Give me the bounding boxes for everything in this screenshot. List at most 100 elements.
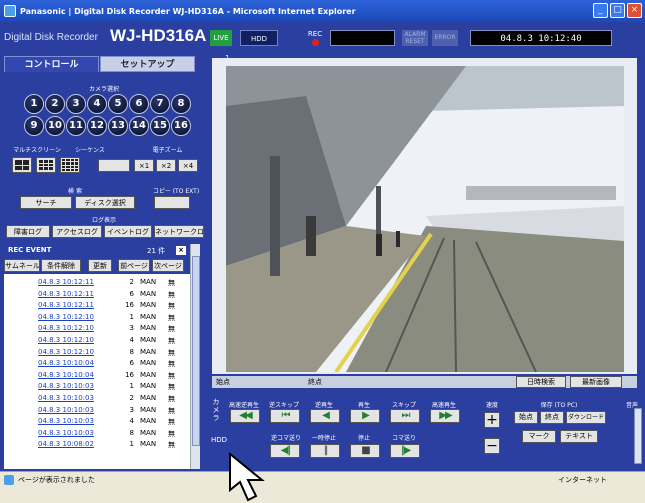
rec-event-row[interactable]: 04.8.3 10:12:11 2 MAN 無 bbox=[4, 278, 190, 290]
rec-event-date-link[interactable]: 04.8.3 10:10:03 bbox=[38, 382, 94, 390]
rec-event-date-link[interactable]: 04.8.3 10:12:11 bbox=[38, 301, 94, 309]
camera-5-button[interactable]: 5 bbox=[108, 94, 128, 114]
camera-15-button[interactable]: 15 bbox=[150, 116, 170, 136]
save-end-button[interactable]: 終点 bbox=[540, 411, 564, 424]
camera-12-button[interactable]: 12 bbox=[87, 116, 107, 136]
split-9-button[interactable] bbox=[36, 157, 56, 173]
rec-event-date-link[interactable]: 04.8.3 10:12:10 bbox=[38, 336, 94, 344]
timeline-bar[interactable]: 始点 終点 日時検索 最新画像 bbox=[212, 376, 637, 388]
rec-event-row[interactable]: 04.8.3 10:10:03 4 MAN 無 bbox=[4, 417, 190, 429]
rec-event-row[interactable]: 04.8.3 10:10:03 3 MAN 無 bbox=[4, 406, 190, 418]
rec-event-date-link[interactable]: 04.8.3 10:12:10 bbox=[38, 348, 94, 356]
maximize-button[interactable]: □ bbox=[610, 3, 625, 18]
camera-14-button[interactable]: 14 bbox=[129, 116, 149, 136]
rec-event-row[interactable]: 04.8.3 10:12:11 6 MAN 無 bbox=[4, 290, 190, 302]
minimize-button[interactable]: _ bbox=[593, 3, 608, 18]
camera-2-button[interactable]: 2 bbox=[45, 94, 65, 114]
event-log-button[interactable]: イベントログ bbox=[104, 225, 152, 238]
tab-setup[interactable]: セットアップ bbox=[100, 56, 195, 72]
rec-event-date-link[interactable]: 04.8.3 10:12:10 bbox=[38, 313, 94, 321]
thumbnail-button[interactable]: サムネール bbox=[4, 259, 40, 272]
play-button[interactable]: ▶ bbox=[350, 409, 380, 423]
play-label: 再生 bbox=[357, 402, 370, 409]
refresh-button[interactable]: 更新 bbox=[88, 259, 112, 272]
camera-11-button[interactable]: 11 bbox=[66, 116, 86, 136]
camera-8-button[interactable]: 8 bbox=[171, 94, 191, 114]
rec-event-date-link[interactable]: 04.8.3 10:12:11 bbox=[38, 278, 94, 286]
mark-button[interactable]: マーク bbox=[522, 430, 556, 443]
next-page-button[interactable]: 次ページ bbox=[152, 259, 184, 272]
zoom-x4-button[interactable]: ×4 bbox=[178, 159, 198, 172]
split-16-button[interactable] bbox=[60, 157, 80, 173]
fast-play-button[interactable]: ▶▶ bbox=[430, 409, 460, 423]
zoom-x1-button[interactable]: ×1 bbox=[134, 159, 154, 172]
download-button[interactable]: ダウンロード bbox=[566, 411, 606, 424]
camera-13-button[interactable]: 13 bbox=[108, 116, 128, 136]
scrollbar-thumb[interactable] bbox=[192, 256, 200, 446]
skip-button[interactable]: ⏭ bbox=[390, 409, 420, 423]
timeline-start-label: 始点 bbox=[216, 378, 230, 386]
search-button[interactable]: サーチ bbox=[20, 196, 72, 209]
mouse-pointer-icon bbox=[229, 452, 265, 502]
access-log-button[interactable]: アクセスログ bbox=[52, 225, 102, 238]
split-4-button[interactable] bbox=[12, 157, 32, 173]
audio-volume-slider[interactable] bbox=[634, 408, 642, 464]
rec-event-row[interactable]: 04.8.3 10:12:10 8 MAN 無 bbox=[4, 348, 190, 360]
rec-event-date-link[interactable]: 04.8.3 10:10:03 bbox=[38, 429, 94, 437]
rec-event-row[interactable]: 04.8.3 10:08:02 1 MAN 無 bbox=[4, 440, 190, 452]
frame-forward-button[interactable]: ||▶ bbox=[390, 444, 420, 458]
latest-image-button[interactable]: 最新画像 bbox=[570, 376, 622, 388]
camera-7-button[interactable]: 7 bbox=[150, 94, 170, 114]
camera-4-button[interactable]: 4 bbox=[87, 94, 107, 114]
close-window-button[interactable]: × bbox=[627, 3, 642, 18]
prev-page-button[interactable]: 前ページ bbox=[118, 259, 150, 272]
stop-button[interactable]: ■ bbox=[350, 444, 380, 458]
camera-1-button[interactable]: 1 bbox=[24, 94, 44, 114]
text-button[interactable]: テキスト bbox=[560, 430, 598, 443]
sequence-button[interactable] bbox=[98, 159, 130, 172]
rec-event-date-link[interactable]: 04.8.3 10:10:03 bbox=[38, 417, 94, 425]
fast-reverse-button[interactable]: ◀◀ bbox=[230, 409, 260, 423]
zoom-x2-button[interactable]: ×2 bbox=[156, 159, 176, 172]
rec-event-channel: 16 bbox=[125, 301, 134, 310]
rec-event-date-link[interactable]: 04.8.3 10:10:03 bbox=[38, 394, 94, 402]
clear-filter-button[interactable]: 条件解除 bbox=[41, 259, 81, 272]
rec-event-date-link[interactable]: 04.8.3 10:10:04 bbox=[38, 359, 94, 367]
reverse-skip-button[interactable]: ⏮ bbox=[270, 409, 300, 423]
camera-6-button[interactable]: 6 bbox=[129, 94, 149, 114]
alarm-reset-button[interactable]: ALARM RESET bbox=[402, 30, 428, 46]
rec-event-row[interactable]: 04.8.3 10:12:10 1 MAN 無 bbox=[4, 313, 190, 325]
date-search-button[interactable]: 日時検索 bbox=[516, 376, 566, 388]
rec-event-row[interactable]: 04.8.3 10:12:10 3 MAN 無 bbox=[4, 324, 190, 336]
rec-event-row[interactable]: 04.8.3 10:12:10 4 MAN 無 bbox=[4, 336, 190, 348]
pause-button[interactable]: || bbox=[310, 444, 340, 458]
rec-event-close-button[interactable]: × bbox=[176, 246, 186, 255]
error-log-button[interactable]: 障害ログ bbox=[6, 225, 50, 238]
rec-event-date-link[interactable]: 04.8.3 10:08:02 bbox=[38, 440, 94, 448]
reverse-play-button[interactable]: ◀ bbox=[310, 409, 340, 423]
speed-down-button[interactable]: − bbox=[484, 438, 500, 454]
rec-event-scrollbar[interactable] bbox=[190, 244, 200, 469]
rec-event-row[interactable]: 04.8.3 10:10:03 2 MAN 無 bbox=[4, 394, 190, 406]
camera-16-button[interactable]: 16 bbox=[171, 116, 191, 136]
camera-10-button[interactable]: 10 bbox=[45, 116, 65, 136]
speed-up-button[interactable]: + bbox=[484, 412, 500, 428]
network-log-button[interactable]: ネットワークログ bbox=[154, 225, 204, 238]
rec-event-row[interactable]: 04.8.3 10:10:04 6 MAN 無 bbox=[4, 359, 190, 371]
rec-event-row[interactable]: 04.8.3 10:10:03 8 MAN 無 bbox=[4, 429, 190, 441]
camera-9-button[interactable]: 9 bbox=[24, 116, 44, 136]
live-indicator: LIVE bbox=[210, 30, 232, 46]
save-start-button[interactable]: 始点 bbox=[514, 411, 538, 424]
rec-event-row[interactable]: 04.8.3 10:10:04 16 MAN 無 bbox=[4, 371, 190, 383]
tab-control[interactable]: コントロール bbox=[4, 56, 99, 72]
rec-event-mode: MAN bbox=[140, 289, 157, 298]
disk-select-button[interactable]: ディスク選択 bbox=[75, 196, 135, 209]
rec-event-date-link[interactable]: 04.8.3 10:10:04 bbox=[38, 371, 94, 379]
rec-event-date-link[interactable]: 04.8.3 10:12:11 bbox=[38, 290, 94, 298]
rec-event-date-link[interactable]: 04.8.3 10:12:10 bbox=[38, 324, 94, 332]
rec-event-row[interactable]: 04.8.3 10:10:03 1 MAN 無 bbox=[4, 382, 190, 394]
camera-3-button[interactable]: 3 bbox=[66, 94, 86, 114]
copy-button[interactable] bbox=[154, 196, 190, 209]
rec-event-date-link[interactable]: 04.8.3 10:10:03 bbox=[38, 406, 94, 414]
rec-event-row[interactable]: 04.8.3 10:12:11 16 MAN 無 bbox=[4, 301, 190, 313]
